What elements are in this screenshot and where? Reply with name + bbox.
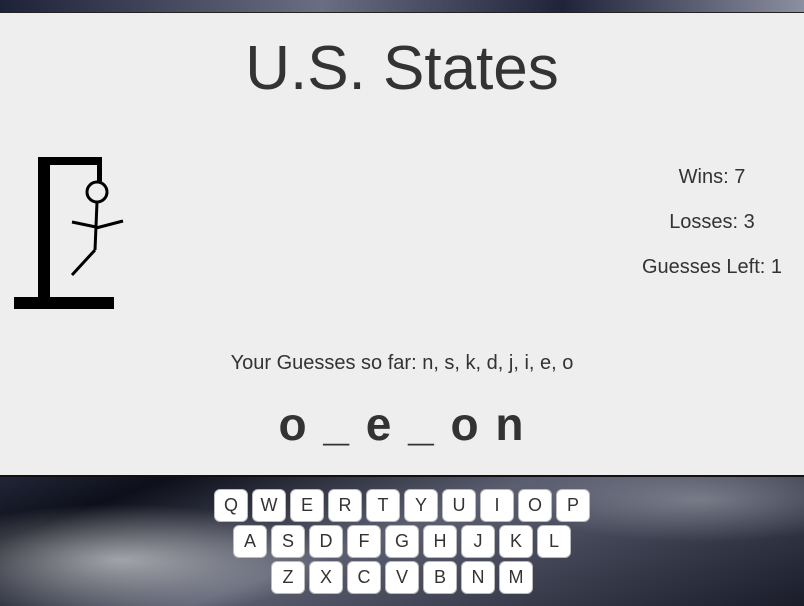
key-j[interactable]: J [461, 525, 495, 558]
key-o[interactable]: O [518, 489, 552, 522]
gallows-rope [97, 157, 102, 183]
stats-panel: Wins: 7 Losses: 3 Guesses Left: 1 [620, 163, 804, 298]
key-q[interactable]: Q [214, 489, 248, 522]
key-v[interactable]: V [385, 561, 419, 594]
hangman-head [85, 180, 109, 204]
key-u[interactable]: U [442, 489, 476, 522]
key-h[interactable]: H [423, 525, 457, 558]
keyboard-row-1: Q W E R T Y U I O P [0, 489, 804, 522]
word-display: o _ e _ o n [278, 398, 526, 450]
key-s[interactable]: S [271, 525, 305, 558]
hangman-drawing-icon [14, 157, 124, 309]
gallows-beam [38, 157, 102, 165]
key-e[interactable]: E [290, 489, 324, 522]
game-panel: U.S. States Wins: 7 Losses: 3 Guesses Le… [0, 12, 804, 477]
gallows-post [38, 157, 50, 302]
key-g[interactable]: G [385, 525, 419, 558]
key-b[interactable]: B [423, 561, 457, 594]
wins-count: Wins: 7 [678, 166, 746, 188]
key-a[interactable]: A [233, 525, 267, 558]
guessed-letters: Your Guesses so far: n, s, k, d, j, i, e… [230, 352, 574, 374]
flag-background-top [0, 0, 804, 12]
hangman-right-arm [95, 219, 124, 230]
key-n[interactable]: N [461, 561, 495, 594]
keyboard-row-2: A S D F G H J K L [0, 525, 804, 558]
key-z[interactable]: Z [271, 561, 305, 594]
gallows-base [14, 297, 114, 309]
key-k[interactable]: K [499, 525, 533, 558]
key-r[interactable]: R [328, 489, 362, 522]
key-i[interactable]: I [480, 489, 514, 522]
on-screen-keyboard: Q W E R T Y U I O P A S D F G H J K L Z … [0, 489, 804, 597]
hangman-left-leg [70, 248, 97, 277]
key-x[interactable]: X [309, 561, 343, 594]
hangman-left-arm [71, 220, 97, 229]
key-f[interactable]: F [347, 525, 381, 558]
game-title: U.S. States [245, 34, 559, 103]
key-p[interactable]: P [556, 489, 590, 522]
key-t[interactable]: T [366, 489, 400, 522]
key-d[interactable]: D [309, 525, 343, 558]
losses-count: Losses: 3 [669, 211, 755, 233]
key-c[interactable]: C [347, 561, 381, 594]
key-y[interactable]: Y [404, 489, 438, 522]
key-l[interactable]: L [537, 525, 571, 558]
keyboard-row-3: Z X C V B N M [0, 561, 804, 594]
guesses-left-count: Guesses Left: 1 [641, 256, 783, 278]
key-m[interactable]: M [499, 561, 533, 594]
key-w[interactable]: W [252, 489, 286, 522]
